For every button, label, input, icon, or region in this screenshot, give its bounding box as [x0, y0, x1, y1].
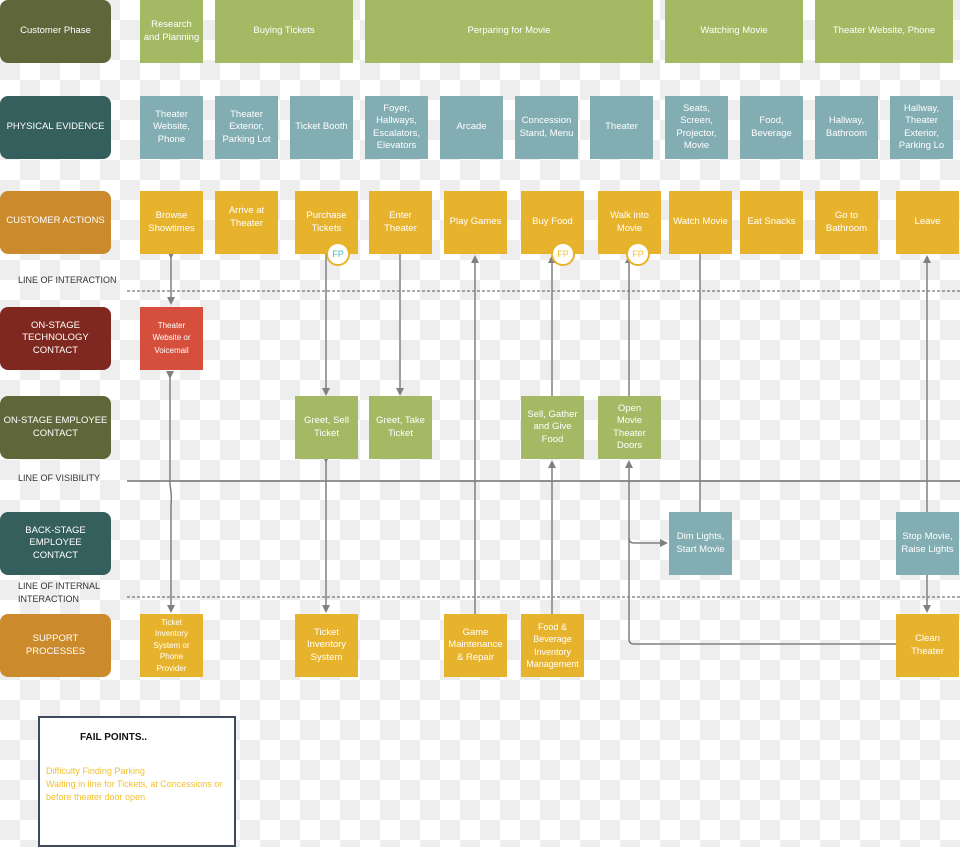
- onstage-box: Sell, Gather and Give Food: [521, 396, 584, 459]
- connector-doors-dim: [628, 537, 668, 547]
- fail-points-title: FAIL POINTS..: [80, 732, 148, 743]
- physical-box: Foyer, Hallways, Escalators, Elevators: [365, 96, 428, 159]
- action-box: Leave: [896, 191, 959, 254]
- lane-label: PHYSICAL EVIDENCE: [6, 121, 105, 133]
- physical-box: Theater: [590, 96, 653, 159]
- support-box: Game Maintenance & Repair: [444, 614, 507, 677]
- lane-backstage-employee: BACK-STAGE EMPLOYEE CONTACT: [0, 512, 111, 575]
- physical-box: Hallway, Theater Exterior, Parking Lo: [890, 96, 953, 159]
- phase-box: Watching Movie: [665, 0, 803, 63]
- phase-box: Research and Planning: [140, 0, 203, 63]
- lane-customer-phase: Customer Phase: [0, 0, 111, 63]
- lane-label: ON-STAGE TECHNOLOGY CONTACT: [22, 319, 89, 356]
- lane-label: SUPPORT PROCESSES: [25, 633, 86, 657]
- support-box: Clean Theater: [896, 614, 959, 677]
- fail-point-badge: FP: [626, 242, 650, 266]
- physical-box: Concession Stand, Menu: [515, 96, 578, 159]
- physical-box: Theater Exterior, Parking Lot: [215, 96, 278, 159]
- backstage-box: Dim Lights, Start Movie: [669, 512, 732, 575]
- lane-label: BACK-STAGE EMPLOYEE CONTACT: [25, 524, 86, 561]
- action-box: Purchase Tickets: [295, 191, 358, 254]
- line-of-internal-label-2: INTERACTION: [18, 594, 80, 604]
- action-box: Watch Movie: [669, 191, 732, 254]
- action-box: Eat Snacks: [740, 191, 803, 254]
- fail-points-box: FAIL POINTS.. Difficulty Finding Parking…: [38, 716, 236, 847]
- phase-box: Theater Website, Phone: [815, 0, 953, 63]
- lane-physical-evidence: PHYSICAL EVIDENCE: [0, 96, 111, 159]
- support-box: Ticket Inventory System: [295, 614, 358, 677]
- physical-box: Arcade: [440, 96, 503, 159]
- line-of-interaction-label: LINE OF INTERACTION: [18, 275, 117, 285]
- physical-box: Ticket Booth: [290, 96, 353, 159]
- fail-point-badge: FP: [551, 242, 575, 266]
- phase-box: Buying Tickets: [215, 0, 353, 63]
- lane-onstage-technology: ON-STAGE TECHNOLOGY CONTACT: [0, 307, 111, 370]
- lane-label: ON-STAGE EMPLOYEE CONTACT: [3, 415, 108, 439]
- phase-box: Perparing for Movie: [365, 0, 653, 63]
- fail-point-badge: FP: [326, 242, 350, 266]
- support-box: Ticket Inventory System or Phone Provide…: [140, 614, 203, 677]
- lane-customer-actions: CUSTOMER ACTIONS: [0, 191, 111, 254]
- lane-label: CUSTOMER ACTIONS: [6, 215, 105, 226]
- action-box: Browse Showtimes: [140, 191, 203, 254]
- physical-box: Theater Website, Phone: [140, 96, 203, 159]
- action-box: Go to Bathroom: [815, 191, 878, 254]
- line-of-visibility-label: LINE OF VISIBILITY: [18, 473, 101, 483]
- action-box: Play Games: [444, 191, 507, 254]
- onstage-box: Greet, Take Ticket: [369, 396, 432, 459]
- fail-point-item: Waiting in line for Tickets, at Concessi…: [46, 779, 223, 802]
- action-box: Buy Food: [521, 191, 584, 254]
- connector-tech-support: [166, 371, 175, 613]
- fail-point-item: Difficulty Finding Parking: [46, 766, 145, 776]
- lane-onstage-employee: ON-STAGE EMPLOYEE CONTACT: [0, 396, 111, 459]
- physical-box: Hallway, Bathroom: [815, 96, 878, 159]
- lane-label: Customer Phase: [20, 25, 91, 37]
- lane-support-processes: SUPPORT PROCESSES: [0, 614, 111, 677]
- physical-box: Food, Beverage: [740, 96, 803, 159]
- action-box: Arrive at Theater: [215, 191, 278, 254]
- action-box: Enter Theater: [369, 191, 432, 254]
- tech-box: Theater Website or Voicemail: [140, 307, 203, 370]
- support-box: Food & Beverage Inventory Management: [521, 614, 584, 677]
- onstage-box: Open Movie Theater Doors: [598, 396, 661, 459]
- backstage-box: Stop Movie, Raise Lights: [896, 512, 959, 575]
- line-of-internal-label-1: LINE OF INTERNAL: [18, 581, 101, 591]
- physical-box: Seats, Screen, Projector, Movie: [665, 96, 728, 159]
- onstage-box: Greet, Sell Ticket: [295, 396, 358, 459]
